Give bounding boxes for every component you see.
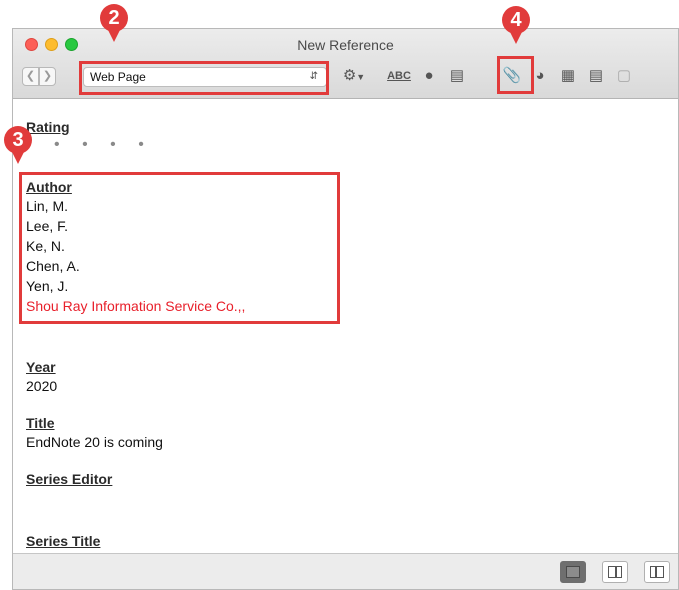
- rating-field: Rating • • • • •: [26, 118, 153, 154]
- insert-citation-icon[interactable]: ▤: [445, 65, 469, 87]
- callout-tail: [108, 30, 120, 42]
- layout-bar: [13, 553, 678, 589]
- spellcheck-icon[interactable]: ABC: [387, 65, 411, 87]
- layout-split-right-button[interactable]: [644, 561, 670, 583]
- open-url-icon[interactable]: ▢: [612, 65, 636, 87]
- rating-stars[interactable]: • • • • •: [26, 136, 153, 154]
- year-label: Year: [26, 359, 56, 375]
- chevron-left-icon: ❮: [25, 70, 36, 82]
- reference-fields-panel: Rating • • • • • Author Lin, M. Lee, F. …: [13, 100, 678, 550]
- word-icon[interactable]: ▦: [556, 65, 580, 87]
- title-field[interactable]: Title EndNote 20 is coming: [26, 414, 163, 452]
- edit-icon[interactable]: ▤: [584, 65, 608, 87]
- layout-split-vertical-button[interactable]: [602, 561, 628, 583]
- forward-button[interactable]: ❯: [39, 67, 56, 86]
- pushpin-icon[interactable]: ●: [417, 65, 441, 87]
- year-field[interactable]: Year 2020: [26, 358, 57, 396]
- split-divider: [655, 566, 657, 578]
- split-divider: [615, 566, 617, 578]
- callout-badge-4: 4: [502, 6, 530, 34]
- gear-menu-icon[interactable]: ⚙▼: [337, 65, 371, 87]
- callout-badge-2: 2: [100, 4, 128, 32]
- rating-label: Rating: [26, 119, 70, 135]
- title-label: Title: [26, 415, 55, 431]
- callout-box-reference-type: [79, 61, 329, 95]
- callout-box-author: [19, 172, 340, 324]
- series-editor-field[interactable]: Series Editor: [26, 470, 112, 488]
- callout-badge-3: 3: [4, 126, 32, 154]
- split-right-icon: [650, 566, 664, 578]
- chevron-right-icon: ❯: [42, 70, 53, 82]
- series-editor-label: Series Editor: [26, 471, 113, 487]
- layout-single-pane-button[interactable]: [560, 561, 586, 583]
- back-button[interactable]: ❮: [22, 67, 39, 86]
- series-title-field[interactable]: Series Title: [26, 532, 100, 550]
- series-title-label: Series Title: [26, 533, 101, 549]
- callout-tail: [510, 32, 522, 44]
- year-value: 2020: [26, 378, 58, 394]
- callout-box-attach-file: [497, 56, 534, 94]
- callout-tail: [12, 152, 24, 164]
- single-pane-icon: [566, 566, 580, 578]
- title-value: EndNote 20 is coming: [26, 434, 163, 450]
